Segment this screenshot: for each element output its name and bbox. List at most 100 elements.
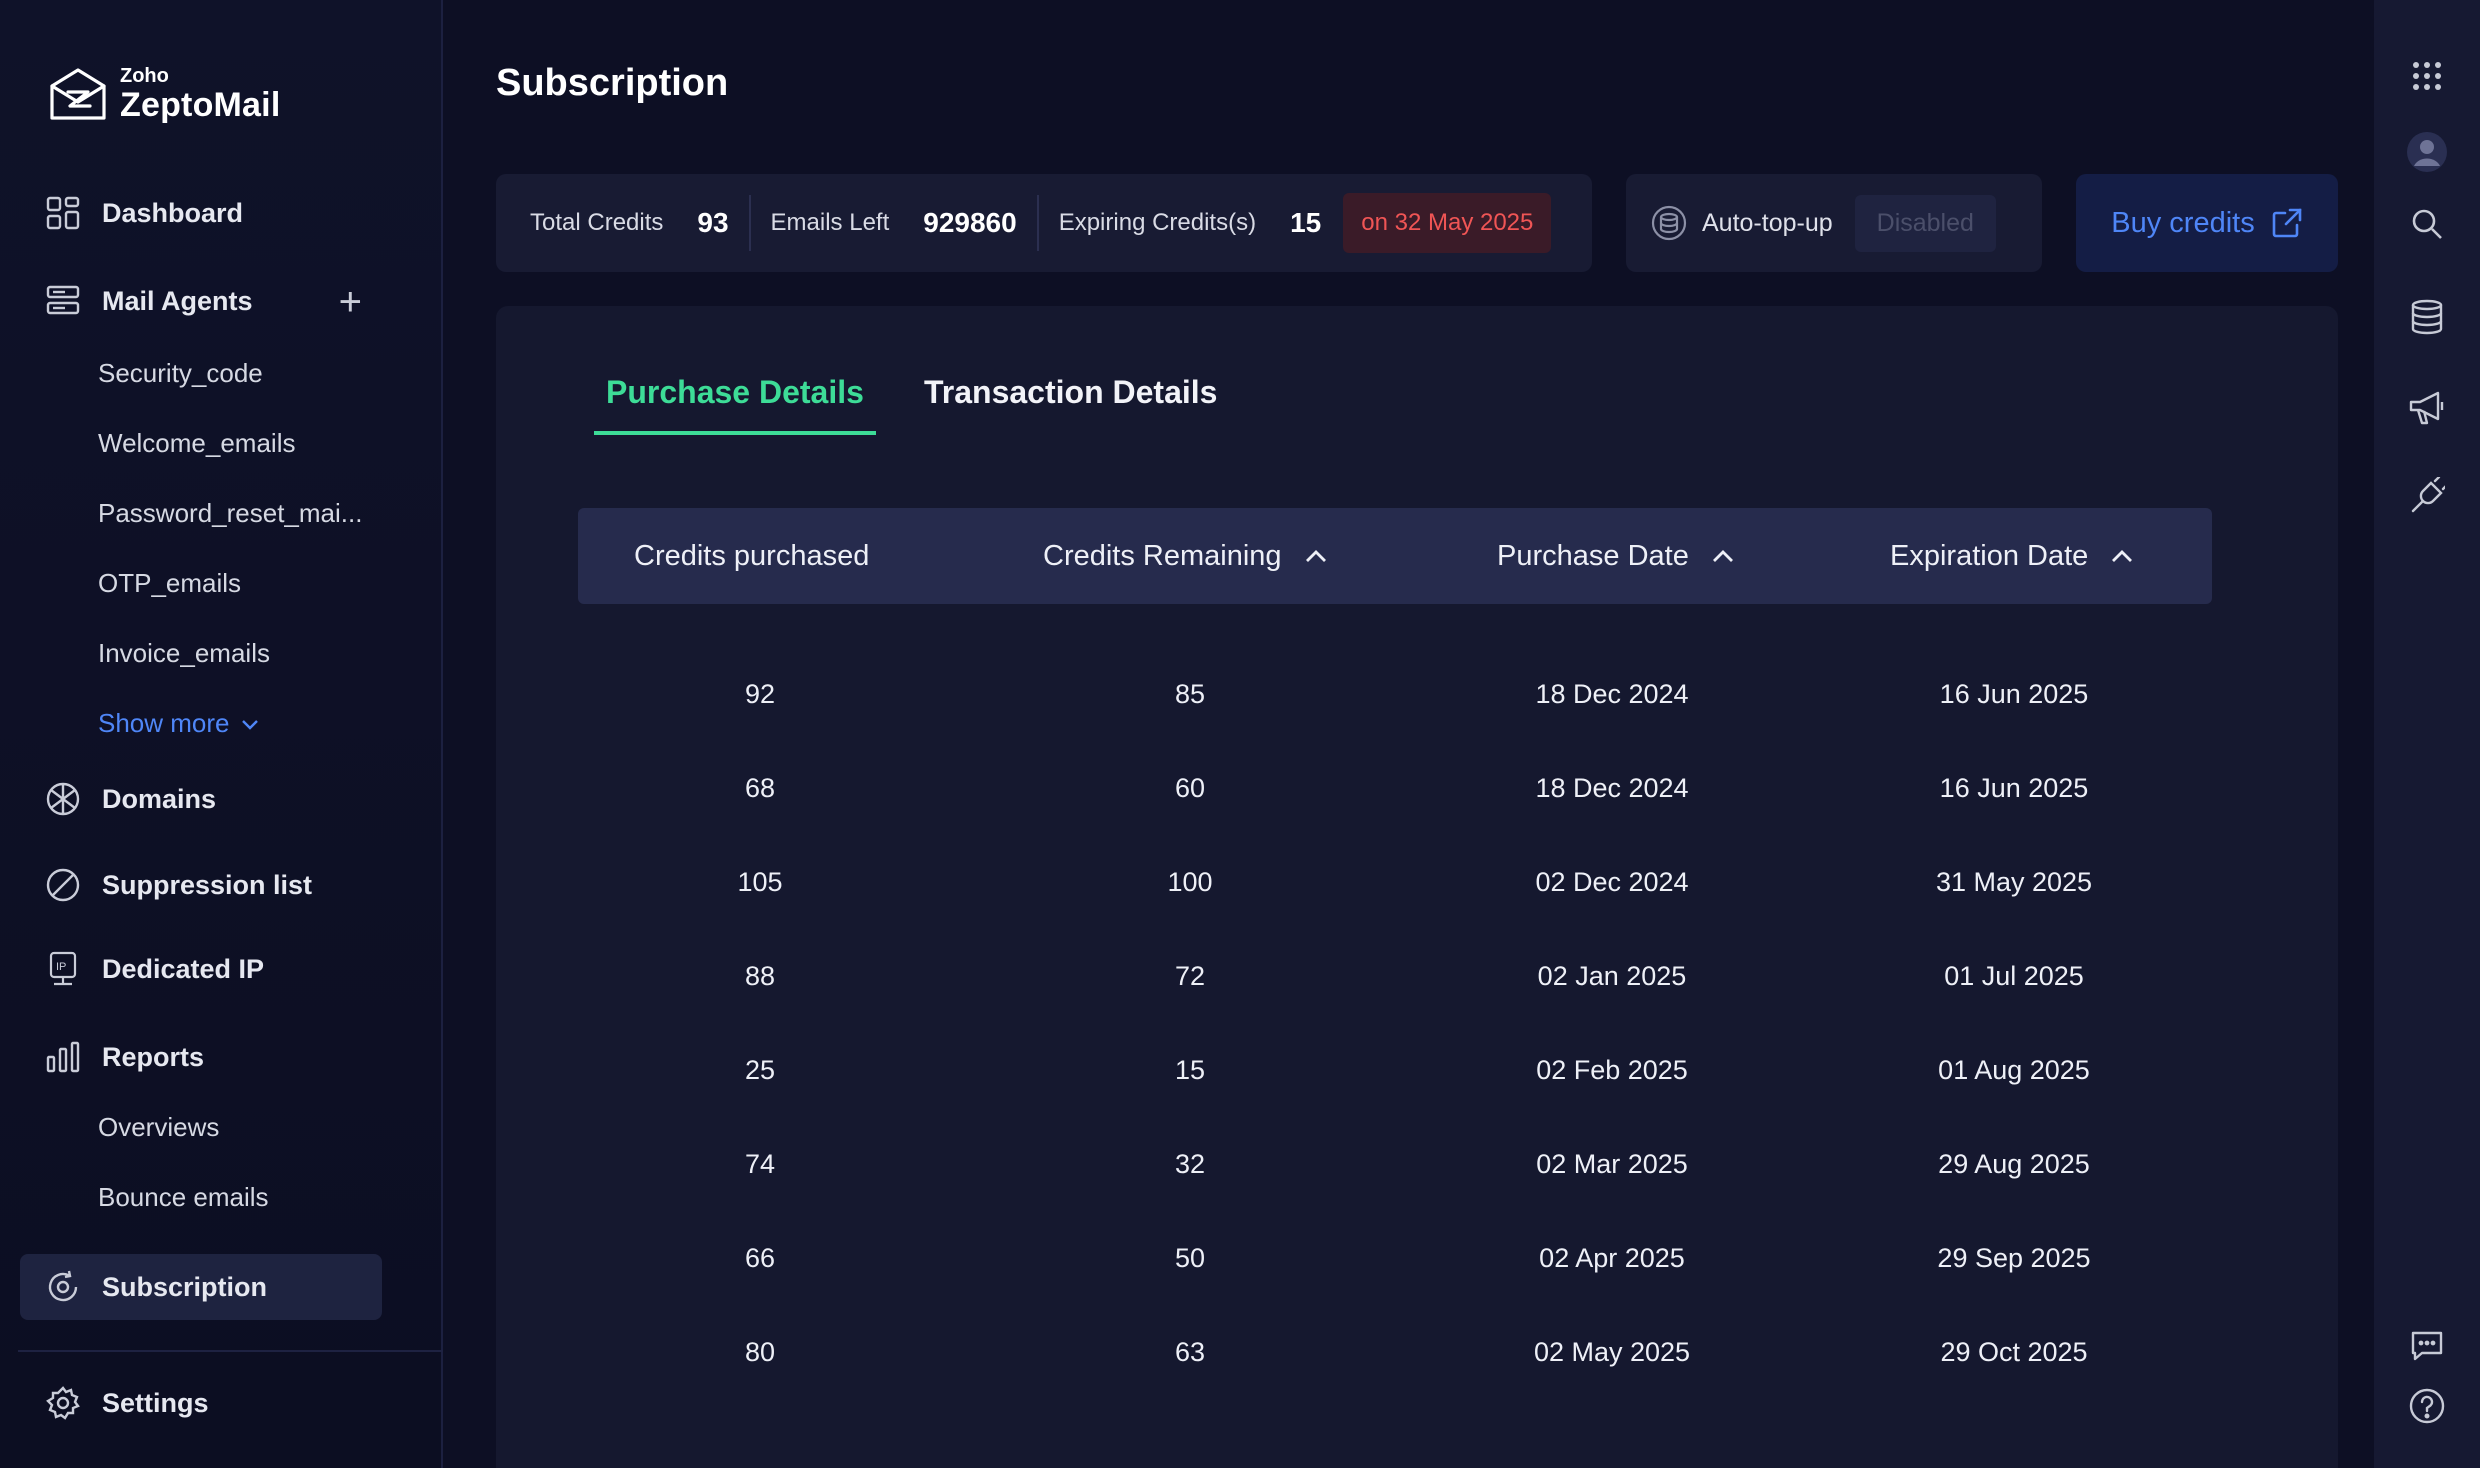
- sidebar-subitem-agent[interactable]: Welcome_emails: [98, 428, 295, 459]
- total-credits-stat: Total Credits 93: [496, 174, 729, 272]
- cell-purchase-date: 02 Feb 2025: [1536, 1054, 1688, 1085]
- show-more-label: Show more: [98, 708, 230, 738]
- sort-ascending-icon: [2112, 550, 2133, 562]
- megaphone-icon[interactable]: [2407, 388, 2447, 428]
- sidebar-item-reports[interactable]: Reports: [20, 1024, 382, 1090]
- add-agent-icon[interactable]: +: [339, 282, 362, 322]
- chevron-down-icon: [241, 719, 258, 730]
- sidebar-item-label: Mail Agents: [102, 285, 253, 316]
- zeptomail-logo-icon: [50, 68, 106, 120]
- sidebar-item-label: Dedicated IP: [102, 953, 265, 984]
- cell-credits-remaining: 85: [1174, 678, 1206, 709]
- expiring-credits-label: Expiring Credits(s): [1058, 209, 1257, 236]
- total-credits-label: Total Credits: [530, 209, 664, 236]
- table-row: 92 85 18 Dec 2024 16 Jun 2025: [578, 647, 2212, 741]
- sidebar-item-label: Settings: [102, 1387, 209, 1418]
- emails-left-label: Emails Left: [770, 209, 890, 236]
- help-icon[interactable]: [2407, 1386, 2447, 1426]
- avatar[interactable]: [2407, 132, 2447, 172]
- column-header-purchase-date[interactable]: Purchase Date: [1497, 508, 1735, 604]
- cell-expiration-date: 01 Aug 2025: [1938, 1054, 2090, 1085]
- table-row: 68 60 18 Dec 2024 16 Jun 2025: [578, 741, 2212, 835]
- cell-purchase-date: 02 May 2025: [1533, 1336, 1691, 1367]
- column-header-credits-purchased[interactable]: Credits purchased: [634, 508, 869, 604]
- cell-credits-remaining: 60: [1174, 772, 1206, 803]
- cell-purchase-date: 18 Dec 2024: [1535, 678, 1689, 709]
- brand-small-text: Zoho: [120, 65, 169, 87]
- sidebar-item-suppression[interactable]: Suppression list: [20, 852, 382, 918]
- cell-credits-purchased: 74: [744, 1148, 776, 1179]
- cell-credits-remaining: 32: [1174, 1148, 1206, 1179]
- dashboard-icon: [44, 194, 82, 232]
- cell-purchase-date: 02 Jan 2025: [1537, 960, 1687, 991]
- table-row: 88 72 02 Jan 2025 01 Jul 2025: [578, 929, 2212, 1023]
- cell-expiration-date: 31 May 2025: [1935, 866, 2093, 897]
- brand-logo[interactable]: Zoho ZeptoMail: [46, 62, 280, 126]
- search-icon[interactable]: [2407, 204, 2447, 244]
- mail-agents-icon: [44, 282, 82, 320]
- cell-purchase-date: 02 Mar 2025: [1536, 1148, 1688, 1179]
- cell-purchase-date: 02 Dec 2024: [1535, 866, 1689, 897]
- sort-ascending-icon: [1712, 550, 1733, 562]
- tab-transaction-details[interactable]: Transaction Details: [912, 374, 1229, 431]
- sidebar-item-domains[interactable]: Domains: [20, 766, 382, 832]
- cell-credits-purchased: 80: [744, 1336, 776, 1367]
- sidebar-item-label: Reports: [102, 1041, 205, 1072]
- sort-ascending-icon: [1305, 550, 1326, 562]
- sidebar-item-label: Subscription: [102, 1271, 268, 1302]
- app-grid-icon[interactable]: [2407, 56, 2447, 96]
- sidebar-item-mail-agents[interactable]: Mail Agents +: [20, 268, 382, 334]
- chat-icon[interactable]: [2407, 1326, 2447, 1366]
- cell-credits-purchased: 25: [744, 1054, 776, 1085]
- bar-chart-icon: [44, 1038, 82, 1076]
- ip-icon: IP: [44, 950, 82, 988]
- gear-icon: [44, 1384, 82, 1422]
- subscription-icon: [44, 1268, 82, 1306]
- sidebar-subitem-agent[interactable]: Security_code: [98, 358, 263, 389]
- credits-summary-bar: Total Credits 93 Emails Left 929860 Expi…: [496, 174, 1592, 272]
- auto-topup-status-button[interactable]: Disabled: [1854, 194, 1996, 252]
- coin-stack-icon: [1650, 204, 1688, 242]
- plug-icon[interactable]: [2407, 476, 2447, 516]
- cell-expiration-date: 29 Sep 2025: [1937, 1242, 2091, 1273]
- sidebar: Zoho ZeptoMail Dashboard Mail Agents + S…: [0, 0, 443, 1468]
- cell-credits-remaining: 100: [1167, 866, 1213, 897]
- globe-icon: [44, 780, 82, 818]
- table-header: Credits purchased Credits Remaining Purc…: [578, 508, 2212, 604]
- expiry-date-badge: on 32 May 2025: [1343, 193, 1552, 253]
- column-header-credits-remaining[interactable]: Credits Remaining: [1043, 508, 1328, 604]
- expiring-credits-stat: Expiring Credits(s) 15 on 32 May 2025: [1059, 174, 1552, 272]
- table-row: 105 100 02 Dec 2024 31 May 2025: [578, 835, 2212, 929]
- database-icon[interactable]: [2407, 298, 2447, 338]
- column-header-label: Credits Remaining: [1043, 539, 1282, 572]
- cell-expiration-date: 16 Jun 2025: [1939, 772, 2089, 803]
- sidebar-divider: [18, 1350, 443, 1352]
- svg-text:IP: IP: [56, 961, 66, 973]
- sidebar-item-settings[interactable]: Settings: [20, 1370, 382, 1436]
- sidebar-subitem-agent[interactable]: Password_reset_mai...: [98, 498, 362, 529]
- cell-purchase-date: 02 Apr 2025: [1539, 1242, 1685, 1273]
- block-icon: [44, 866, 82, 904]
- cell-credits-purchased: 66: [744, 1242, 776, 1273]
- sidebar-item-dashboard[interactable]: Dashboard: [20, 180, 382, 246]
- cell-credits-remaining: 50: [1174, 1242, 1206, 1273]
- sidebar-subitem-report[interactable]: Overviews: [98, 1112, 219, 1143]
- cell-expiration-date: 29 Oct 2025: [1940, 1336, 2088, 1367]
- sidebar-item-label: Suppression list: [102, 869, 313, 900]
- emails-left-stat: Emails Left 929860: [771, 174, 1017, 272]
- column-header-label: Expiration Date: [1890, 539, 2089, 572]
- auto-topup-label: Auto-top-up: [1702, 208, 1833, 237]
- column-header-label: Credits purchased: [634, 539, 870, 572]
- sidebar-subitem-agent[interactable]: Invoice_emails: [98, 638, 270, 669]
- sidebar-item-dedicated-ip[interactable]: IP Dedicated IP: [20, 936, 382, 1002]
- column-header-expiration-date[interactable]: Expiration Date: [1890, 508, 2134, 604]
- sidebar-subitem-agent[interactable]: OTP_emails: [98, 568, 241, 599]
- cell-credits-purchased: 92: [744, 678, 776, 709]
- sidebar-item-subscription[interactable]: Subscription: [20, 1254, 382, 1320]
- table-row: 80 63 02 May 2025 29 Oct 2025: [578, 1305, 2212, 1399]
- sidebar-subitem-report[interactable]: Bounce emails: [98, 1182, 269, 1213]
- show-more-link[interactable]: Show more: [98, 708, 260, 739]
- cell-credits-purchased: 105: [737, 866, 783, 897]
- buy-credits-button[interactable]: Buy credits: [2076, 174, 2338, 272]
- tab-purchase-details[interactable]: Purchase Details: [594, 374, 876, 435]
